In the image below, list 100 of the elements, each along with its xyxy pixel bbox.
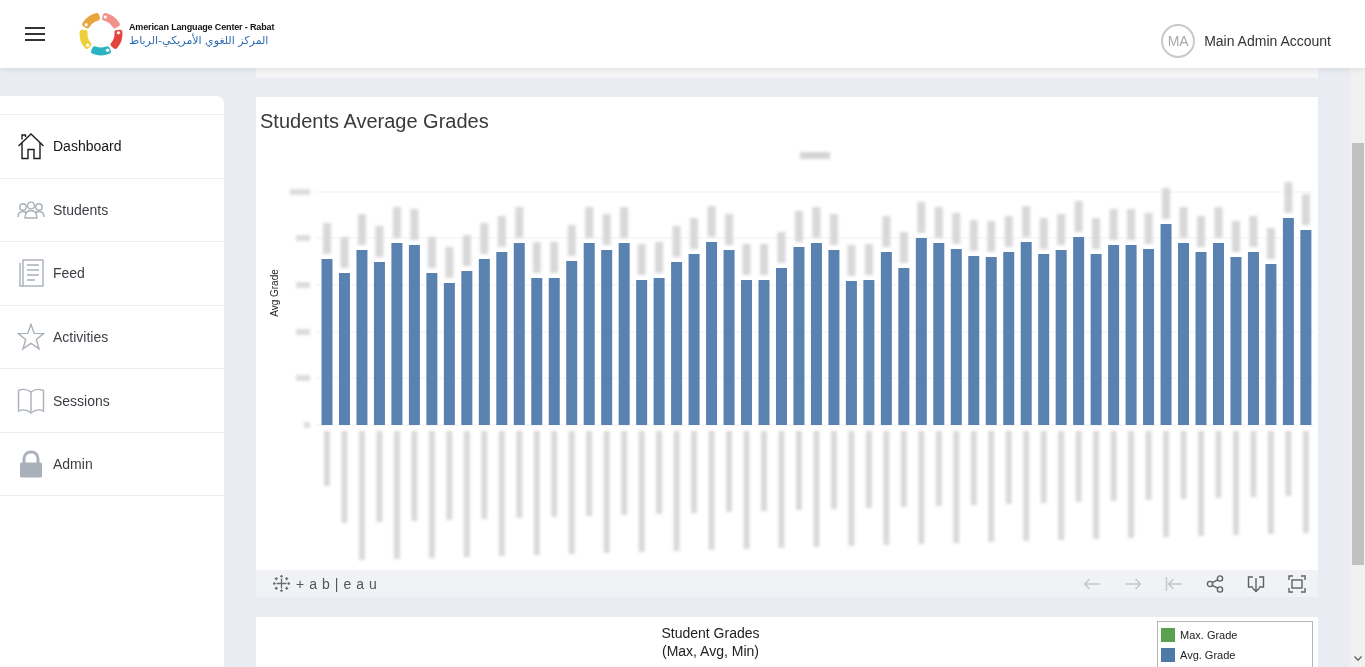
chart-bar[interactable] <box>828 250 840 425</box>
chart-bar[interactable] <box>653 278 665 425</box>
chart-bar[interactable] <box>408 245 420 425</box>
chart-bar[interactable] <box>1073 237 1085 425</box>
chart-bar[interactable] <box>810 243 822 425</box>
chart-bar[interactable] <box>531 278 543 425</box>
chart-bar[interactable] <box>1125 245 1137 425</box>
chart-bar[interactable] <box>1108 245 1120 425</box>
chart-bar[interactable] <box>1265 264 1277 425</box>
padlock-icon <box>17 449 45 478</box>
chart-bar[interactable] <box>1038 254 1050 425</box>
chart-bar[interactable] <box>1195 252 1207 425</box>
blurred-tick-label <box>304 422 310 428</box>
chart-bar[interactable] <box>636 280 648 425</box>
sidebar-item[interactable]: Activities <box>0 304 224 369</box>
legend-label: Avg. Grade <box>1180 649 1236 661</box>
chart-bar[interactable] <box>583 243 595 425</box>
download-button[interactable] <box>1247 574 1265 593</box>
share-icon <box>1206 574 1224 593</box>
sidebar-item[interactable]: Students <box>0 177 224 242</box>
blurred-value-label <box>707 206 716 237</box>
blurred-value-label <box>567 225 576 256</box>
y-axis-title: Avg Grade <box>269 269 280 317</box>
chart-bar[interactable] <box>845 281 857 425</box>
chart-bar[interactable] <box>880 252 892 425</box>
chart-bar[interactable] <box>898 268 910 425</box>
chart-bar[interactable] <box>915 238 927 425</box>
chart-bar[interactable] <box>321 259 333 425</box>
chart-bar[interactable] <box>968 256 980 425</box>
blurred-value-label <box>515 207 524 238</box>
blurred-value-label <box>602 214 611 245</box>
chart-bar[interactable] <box>1003 252 1015 425</box>
blurred-value-label <box>532 242 541 273</box>
chart-bar[interactable] <box>1090 254 1102 425</box>
blurred-value-label <box>550 242 559 273</box>
blurred-value-label <box>620 207 629 238</box>
blurred-value-label <box>1127 209 1136 240</box>
share-button[interactable] <box>1206 574 1224 593</box>
blurred-tick-label <box>296 375 310 381</box>
chart-bar[interactable] <box>443 283 455 425</box>
blurred-tick-label <box>290 189 310 195</box>
chart-bar[interactable] <box>391 243 403 425</box>
chart-bar[interactable] <box>356 250 368 425</box>
chart-bar[interactable] <box>793 247 805 425</box>
blurred-value-label <box>690 218 699 249</box>
user-name[interactable]: Main Admin Account <box>1204 33 1331 49</box>
menu-button[interactable] <box>25 27 45 41</box>
blurred-value-label <box>410 209 419 240</box>
blurred-value-label <box>1022 206 1031 237</box>
chart-bar[interactable] <box>1160 224 1172 425</box>
chart-bar[interactable] <box>1055 250 1067 425</box>
chart-bar[interactable] <box>723 250 735 425</box>
blurred-value-label <box>847 245 856 276</box>
scrollbar-thumb[interactable] <box>1351 143 1364 565</box>
blurred-axis-label <box>1040 431 1047 503</box>
chart-bar[interactable] <box>478 259 490 425</box>
fullscreen-button[interactable] <box>1288 574 1306 593</box>
chart-bar[interactable] <box>601 250 613 425</box>
panel-title: Students Average Grades <box>260 110 489 132</box>
blurred-value-label <box>934 207 943 238</box>
chart-bar[interactable] <box>985 257 997 425</box>
blurred-value-label <box>445 247 454 278</box>
chart-bar[interactable] <box>758 280 770 425</box>
chart-bar[interactable] <box>688 254 700 425</box>
blurred-axis-label <box>1250 431 1257 497</box>
blurred-value-label <box>585 207 594 238</box>
chart-bar[interactable] <box>1143 249 1155 425</box>
blurred-value-label <box>637 244 646 275</box>
blurred-value-label <box>917 202 926 233</box>
chart-bar[interactable] <box>426 273 438 425</box>
blurred-axis-label <box>1110 431 1117 501</box>
chart-bar[interactable] <box>671 262 683 425</box>
chart-bar[interactable] <box>618 243 630 425</box>
blurred-tick-label <box>296 329 310 335</box>
blurred-value-label <box>1144 213 1153 244</box>
chart-bar[interactable] <box>1282 218 1294 425</box>
chart-bar[interactable] <box>1300 230 1312 425</box>
chart-bar[interactable] <box>1247 252 1259 425</box>
chart-bar[interactable] <box>461 271 473 425</box>
blurred-value-label <box>1301 194 1310 225</box>
blurred-value-label <box>375 226 384 257</box>
sidebar-item[interactable]: Sessions <box>0 368 224 432</box>
chart-bar[interactable] <box>863 280 875 425</box>
download-icon <box>1247 574 1265 593</box>
sidebar-item[interactable]: Dashboard <box>0 114 224 178</box>
chart-bar[interactable] <box>566 261 578 425</box>
chart-bar[interactable] <box>513 243 525 425</box>
chart-bar[interactable] <box>373 262 385 425</box>
chart-bar[interactable] <box>496 252 508 425</box>
chart-bar[interactable] <box>950 249 962 425</box>
chart-title: Student Grades <box>661 624 760 642</box>
chart-bar[interactable] <box>1020 242 1032 425</box>
chart-bar[interactable] <box>1230 257 1242 425</box>
sidebar-item[interactable]: Admin <box>0 431 224 496</box>
chart-bar[interactable] <box>933 243 945 425</box>
chart-bar[interactable] <box>548 278 560 425</box>
blurred-value-label <box>323 223 331 254</box>
scrollbar[interactable] <box>1350 68 1365 667</box>
chart-bar[interactable] <box>706 242 718 425</box>
sidebar-item[interactable]: Feed <box>0 241 224 305</box>
